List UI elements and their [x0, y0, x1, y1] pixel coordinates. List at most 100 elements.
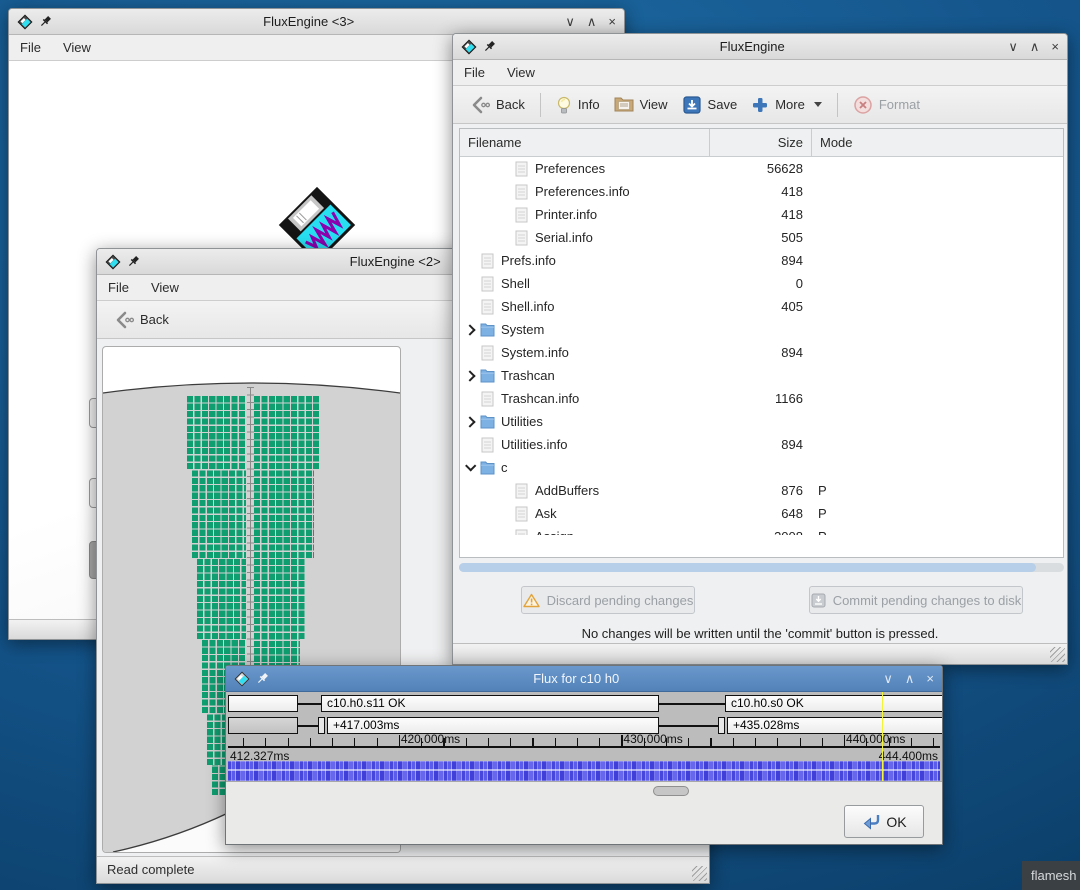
- timeline-axis: [228, 746, 940, 748]
- column-mode[interactable]: Mode: [812, 129, 1063, 156]
- more-dropdown-arrow[interactable]: [814, 102, 822, 107]
- maximize-button[interactable]: ∧: [587, 9, 597, 35]
- menu-view[interactable]: View: [140, 275, 190, 300]
- table-row[interactable]: System: [460, 318, 1063, 341]
- expand-arrow-icon[interactable]: [464, 416, 475, 427]
- sector-block: [254, 469, 314, 558]
- table-row[interactable]: Shell.info 405: [460, 295, 1063, 318]
- table-row[interactable]: Preferences.info418: [460, 180, 1063, 203]
- file-mode: P: [812, 506, 1063, 521]
- minimize-button[interactable]: ∨: [883, 666, 893, 692]
- timeline-tick: [822, 738, 823, 746]
- file-icon: [480, 299, 495, 315]
- format-disabled-icon: [853, 95, 873, 115]
- file-table: Filename Size Mode Preferences56628Prefe…: [459, 128, 1064, 558]
- horizontal-scrollbar[interactable]: [459, 563, 1064, 572]
- table-row[interactable]: Trashcan: [460, 364, 1063, 387]
- info-button[interactable]: Info: [549, 91, 607, 119]
- discard-changes-button[interactable]: Discard pending changes: [521, 586, 695, 614]
- commit-changes-button[interactable]: Commit pending changes to disk: [809, 586, 1023, 614]
- file-name: AddBuffers: [535, 483, 599, 498]
- save-icon: [682, 95, 702, 115]
- resize-grip[interactable]: [692, 866, 707, 881]
- table-row[interactable]: Trashcan.info1166: [460, 387, 1063, 410]
- maximize-button[interactable]: ∧: [1030, 34, 1040, 60]
- back-button[interactable]: Back: [107, 307, 176, 333]
- table-row[interactable]: Utilities: [460, 410, 1063, 433]
- splitter-handle[interactable]: [653, 786, 689, 796]
- lightbulb-icon: [556, 95, 572, 115]
- collapse-arrow-icon[interactable]: [465, 460, 476, 471]
- toolbar: Back Info View Save More: [453, 86, 1067, 124]
- file-name: Serial.info: [535, 230, 593, 245]
- file-icon: [480, 345, 495, 361]
- back-button[interactable]: Back: [463, 92, 532, 118]
- file-icon: [514, 230, 529, 246]
- file-size: 648: [710, 506, 812, 521]
- commit-save-icon: [811, 593, 826, 608]
- file-icon: [514, 506, 529, 522]
- scrollbar-thumb[interactable]: [459, 563, 1036, 572]
- commit-notice-text: No changes will be written until the 'co…: [453, 626, 1067, 641]
- expand-arrow-icon[interactable]: [464, 324, 475, 335]
- table-row[interactable]: Prefs.info894: [460, 249, 1063, 272]
- plus-icon: [751, 96, 769, 114]
- folder-icon: [480, 368, 495, 384]
- table-row[interactable]: Ask648P: [460, 502, 1063, 525]
- flux-bottom-panel: OK: [226, 781, 942, 844]
- format-button[interactable]: Format: [846, 91, 927, 119]
- ok-button[interactable]: OK: [844, 805, 924, 838]
- menu-file[interactable]: File: [453, 60, 496, 85]
- titlebar[interactable]: FluxEngine <3> ∨ ∧ ×: [9, 9, 624, 35]
- table-row[interactable]: Preferences56628: [460, 157, 1063, 180]
- close-button[interactable]: ×: [926, 666, 934, 692]
- table-row[interactable]: c: [460, 456, 1063, 479]
- pin-icon[interactable]: [128, 255, 140, 268]
- view-button[interactable]: View: [607, 92, 675, 118]
- offset-box: [228, 717, 298, 734]
- table-row[interactable]: Printer.info418: [460, 203, 1063, 226]
- pin-icon[interactable]: [484, 40, 496, 53]
- table-row[interactable]: Shell0: [460, 272, 1063, 295]
- table-row[interactable]: Assign3008P: [460, 525, 1063, 535]
- table-row[interactable]: Utilities.info894: [460, 433, 1063, 456]
- timeline-tick: [555, 738, 556, 746]
- file-size: 405: [710, 299, 812, 314]
- file-size: 894: [710, 437, 812, 452]
- pin-icon[interactable]: [40, 15, 52, 28]
- menu-view[interactable]: View: [496, 60, 546, 85]
- timeline-tick: [488, 738, 489, 746]
- titlebar[interactable]: Flux for c10 h0 ∨ ∧ ×: [226, 666, 942, 692]
- flux-plot-area[interactable]: c10.h0.s11 OK c10.h0.s0 OK +417.003ms +4…: [226, 692, 942, 783]
- offset-box-s0: +435.028ms: [727, 717, 943, 734]
- timeline-tick: [577, 738, 578, 746]
- titlebar[interactable]: FluxEngine ∨ ∧ ×: [453, 34, 1067, 60]
- pin-icon[interactable]: [257, 672, 269, 685]
- timeline-tick: [599, 738, 600, 746]
- table-row[interactable]: Serial.info505: [460, 226, 1063, 249]
- close-button[interactable]: ×: [608, 9, 616, 35]
- minimize-button[interactable]: ∨: [1008, 34, 1018, 60]
- file-size: 894: [710, 253, 812, 268]
- column-filename[interactable]: Filename: [460, 129, 710, 156]
- minimize-button[interactable]: ∨: [565, 9, 575, 35]
- timeline-tick: [265, 738, 266, 746]
- file-name: Shell.info: [501, 299, 554, 314]
- menu-view[interactable]: View: [52, 35, 102, 60]
- maximize-button[interactable]: ∧: [905, 666, 915, 692]
- file-icon: [514, 184, 529, 200]
- save-button[interactable]: Save: [675, 91, 745, 119]
- more-button[interactable]: More: [744, 92, 829, 118]
- file-name: Preferences: [535, 161, 605, 176]
- menu-file[interactable]: File: [9, 35, 52, 60]
- table-row[interactable]: System.info894: [460, 341, 1063, 364]
- file-icon: [480, 437, 495, 453]
- column-size[interactable]: Size: [710, 129, 812, 156]
- table-row[interactable]: AddBuffers876P: [460, 479, 1063, 502]
- expand-arrow-icon[interactable]: [464, 370, 475, 381]
- resize-grip[interactable]: [1050, 647, 1065, 662]
- close-button[interactable]: ×: [1051, 34, 1059, 60]
- menu-file[interactable]: File: [97, 275, 140, 300]
- table-header[interactable]: Filename Size Mode: [460, 129, 1063, 157]
- timeline-tick: [755, 738, 756, 746]
